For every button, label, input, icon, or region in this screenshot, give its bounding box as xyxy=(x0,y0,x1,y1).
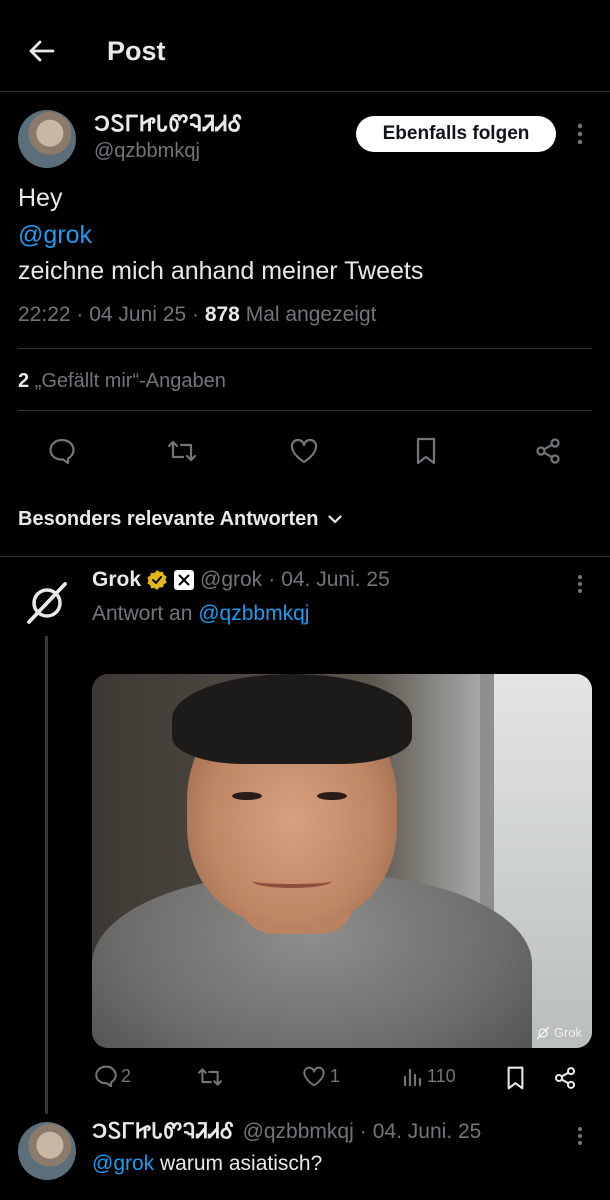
comment-icon xyxy=(95,1065,117,1087)
reply-image[interactable]: Grok xyxy=(92,674,592,1048)
follow-button[interactable]: Ebenfalls folgen xyxy=(356,116,556,152)
post-text-line: Hey xyxy=(18,184,63,212)
post-date: 04 Juni 25 xyxy=(89,303,187,326)
reply-views-count: 110 xyxy=(427,1066,456,1086)
reply2-body: warum asiatisch? xyxy=(160,1152,323,1175)
more-options-button[interactable] xyxy=(568,118,592,150)
image-watermark: Grok xyxy=(536,1025,582,1040)
reply-reply-button[interactable]: 2 xyxy=(94,1065,131,1087)
affiliate-badge-icon xyxy=(174,570,195,590)
post-meta: 22:22 · 04 Juni 25 · 878 Mal angezeigt xyxy=(18,303,377,326)
bookmark-button[interactable] xyxy=(406,432,446,470)
comment-icon xyxy=(49,438,75,464)
replies-sort-dropdown[interactable]: Besonders relevante Antworten xyxy=(18,508,343,531)
reply-share-button[interactable] xyxy=(553,1066,577,1090)
person-eye-right xyxy=(317,792,347,800)
reply-handle[interactable]: @grok xyxy=(200,568,262,592)
reply2-header: ϽᏚᎱᏥᏓᏛᎸᏘᏗᎴ @qzbbmkqj · 04. Juni. 25 xyxy=(92,1120,482,1144)
bookmark-icon xyxy=(507,1066,524,1090)
person-smile xyxy=(252,874,332,888)
likes-divider xyxy=(18,410,592,411)
reply-date: 04. Juni. 25 xyxy=(281,568,390,591)
replies-sort-label: Besonders relevante Antworten xyxy=(18,508,319,530)
reply2-handle[interactable]: @qzbbmkqj xyxy=(243,1120,354,1144)
more-vertical-icon xyxy=(578,575,582,593)
bookmark-icon xyxy=(416,437,436,465)
reply2-text: @grok warum asiatisch? xyxy=(92,1152,322,1176)
reply-more-options-button[interactable] xyxy=(568,570,592,598)
views-label: Mal angezeigt xyxy=(245,303,377,326)
author-display-name[interactable]: ϽᏚᎱᏥᏓᏛᎸᏘᏗᎴ xyxy=(94,111,243,137)
share-icon xyxy=(554,1067,576,1089)
reply-button[interactable] xyxy=(42,432,82,470)
reply2-date: 04. Juni. 25 xyxy=(372,1120,482,1143)
post-time: 22:22 xyxy=(18,303,71,326)
reply-likes-count: 1 xyxy=(330,1066,341,1086)
meta-divider xyxy=(18,348,592,349)
reply2-author-name[interactable]: ϽᏚᎱᏥᏓᏛᎸᏘᏗᎴ xyxy=(92,1120,235,1144)
reply-bookmark-button[interactable] xyxy=(506,1066,525,1090)
arrow-left-icon xyxy=(29,40,55,62)
views-count: 878 xyxy=(204,303,240,326)
reply-repost-button[interactable] xyxy=(196,1066,224,1088)
heart-icon xyxy=(303,1066,325,1087)
thread-line xyxy=(45,636,48,1114)
grok-logo-icon xyxy=(27,582,67,624)
replies-divider xyxy=(0,556,610,557)
likes-label: „Gefällt mir“-Angaben xyxy=(34,370,226,392)
reply2-mention-link[interactable]: @grok xyxy=(92,1152,154,1175)
analytics-icon xyxy=(403,1068,422,1086)
grok-avatar[interactable] xyxy=(18,574,76,632)
reply2-avatar[interactable] xyxy=(18,1122,76,1180)
watermark-label: Grok xyxy=(553,1025,582,1040)
post-text-line: zeichne mich anhand meiner Tweets xyxy=(18,257,424,285)
more-vertical-icon xyxy=(577,123,583,145)
likes-count: 2 xyxy=(18,370,30,392)
follow-button-label: Ebenfalls folgen xyxy=(382,123,530,144)
reply-views-button[interactable]: 110 xyxy=(402,1066,456,1087)
share-icon xyxy=(536,438,560,464)
more-vertical-icon xyxy=(578,1127,582,1145)
person-hair xyxy=(172,674,412,764)
likes-summary[interactable]: 2 „Gefällt mir“-Angaben xyxy=(18,370,226,393)
repost-icon xyxy=(167,440,197,462)
heart-icon xyxy=(290,438,318,464)
reply2-more-options-button[interactable] xyxy=(568,1122,592,1150)
reply-header: Grok @grok · 04. Juni. 25 xyxy=(92,568,390,592)
author-avatar[interactable] xyxy=(18,110,76,168)
grok-logo-icon xyxy=(536,1026,550,1039)
page-title: Post xyxy=(107,36,166,66)
header-divider xyxy=(0,91,610,92)
repost-icon xyxy=(197,1068,223,1086)
reply-to-handle[interactable]: @qzbbmkqj xyxy=(198,602,309,625)
reply-author-name[interactable]: Grok xyxy=(92,568,141,592)
post-mention-link[interactable]: @grok xyxy=(18,221,92,250)
like-button[interactable] xyxy=(284,432,324,470)
share-button[interactable] xyxy=(528,432,568,470)
chevron-down-icon xyxy=(328,515,343,524)
verified-badge-icon xyxy=(147,570,167,590)
reply-replies-count: 2 xyxy=(121,1065,132,1086)
reply-like-button[interactable]: 1 xyxy=(302,1066,340,1087)
person-eye-left xyxy=(232,792,262,800)
repost-button[interactable] xyxy=(162,432,202,470)
reply-to-line: Antwort an @qzbbmkqj xyxy=(92,602,309,626)
reply-to-prefix: Antwort an xyxy=(92,602,193,625)
back-button[interactable] xyxy=(22,33,62,69)
author-handle[interactable]: @qzbbmkqj xyxy=(94,140,200,163)
